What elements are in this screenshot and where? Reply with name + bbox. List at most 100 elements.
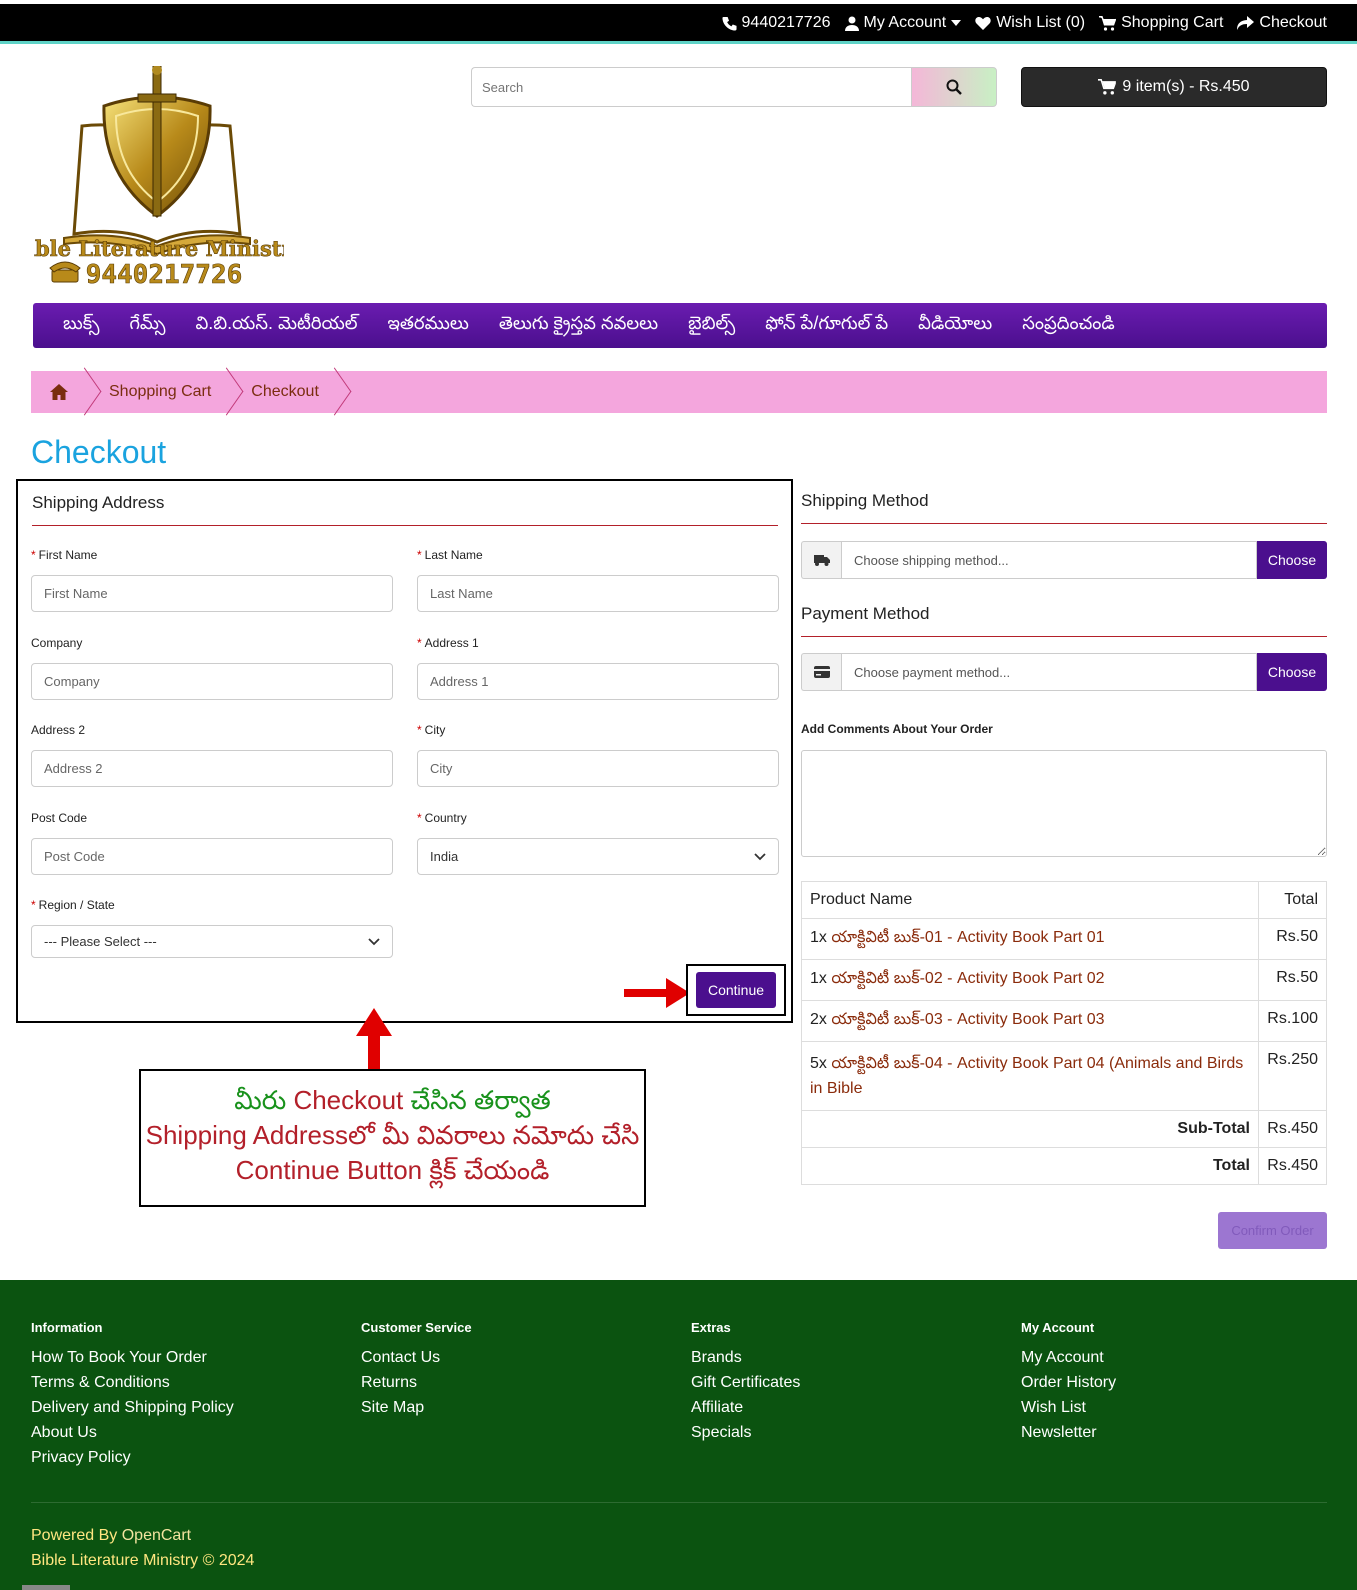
footer-link-my-account[interactable]: My Account — [1021, 1345, 1116, 1370]
total-value: Rs.450 — [1258, 1147, 1327, 1185]
footer-link-about-us[interactable]: About Us — [31, 1420, 234, 1445]
menu-item-vbs-material[interactable]: వి.బి.యస్. మెటీరియల్ — [196, 313, 358, 338]
my-account-dropdown[interactable]: My Account — [844, 14, 962, 32]
city-group: * City — [417, 723, 779, 787]
total-label: Total — [801, 1147, 1259, 1185]
first-name-input[interactable] — [31, 575, 393, 612]
menu-item-contact[interactable]: సంప్రదించండి — [1022, 313, 1115, 338]
product-link[interactable]: యాక్టివిటీ బుక్-04 - Activity Book Part … — [810, 1055, 1243, 1097]
opencart-link[interactable]: OpenCart — [122, 1527, 191, 1544]
continue-button[interactable]: Continue — [696, 972, 776, 1008]
footer-information: Information How To Book Your Order Terms… — [31, 1320, 234, 1470]
product-name-header: Product Name — [801, 881, 1259, 919]
bible-shield-logo-image: Bible Literature Ministry 9440217726 — [9, 65, 306, 290]
confirm-order-button[interactable]: Confirm Order — [1218, 1212, 1327, 1249]
table-row: 5x యాక్టివిటీ బుక్-04 - Activity Book Pa… — [801, 1041, 1327, 1111]
footer-link-site-map[interactable]: Site Map — [361, 1395, 472, 1420]
menu-item-games[interactable]: గేమ్స్ — [129, 313, 165, 338]
comments-textarea[interactable] — [801, 750, 1327, 857]
search-input[interactable] — [471, 67, 911, 107]
search-icon — [946, 79, 962, 95]
chevron-down-icon — [754, 852, 766, 860]
shipping-address-heading: Shipping Address — [32, 493, 778, 526]
choose-shipping-button[interactable]: Choose — [1257, 541, 1327, 579]
scroll-handle[interactable] — [22, 1585, 70, 1590]
table-header-row: Product Name Total — [801, 881, 1327, 919]
first-name-label: * First Name — [31, 548, 98, 562]
footer-link-how-to-book[interactable]: How To Book Your Order — [31, 1345, 234, 1370]
footer-link-gift-certificates[interactable]: Gift Certificates — [691, 1370, 800, 1395]
shopping-cart-label: Shopping Cart — [1121, 14, 1224, 31]
site-logo[interactable]: Bible Literature Ministry 9440217726 — [9, 65, 306, 291]
phone-link[interactable]: 9440217726 — [721, 14, 831, 32]
country-select-value: India — [430, 849, 459, 864]
product-link[interactable]: యాక్టివిటీ బుక్-02 - Activity Book Part … — [831, 970, 1104, 987]
payment-method-field[interactable]: Choose payment method... — [841, 653, 1257, 691]
credit-card-icon — [801, 653, 841, 691]
footer-link-brands[interactable]: Brands — [691, 1345, 800, 1370]
breadcrumb-checkout[interactable]: Checkout — [229, 371, 337, 413]
table-row: 1x యాక్టివిటీ బుక్-01 - Activity Book Pa… — [801, 918, 1327, 960]
search-button[interactable] — [911, 67, 997, 107]
footer-link-order-history[interactable]: Order History — [1021, 1370, 1116, 1395]
city-label: * City — [417, 723, 446, 737]
city-input[interactable] — [417, 750, 779, 787]
footer-link-wish-list[interactable]: Wish List — [1021, 1395, 1116, 1420]
last-name-group: * Last Name — [417, 548, 779, 612]
breadcrumb-shopping-cart[interactable]: Shopping Cart — [87, 371, 229, 413]
choose-payment-button[interactable]: Choose — [1257, 653, 1327, 691]
main-menu: బుక్స్ గేమ్స్ వి.బి.యస్. మెటీరియల్ ఇతరము… — [33, 303, 1327, 348]
caret-down-icon — [951, 20, 962, 26]
menu-item-books[interactable]: బుక్స్ — [63, 313, 99, 338]
powered-by-line: Powered By OpenCart — [31, 1527, 192, 1544]
post-code-input[interactable] — [31, 838, 393, 875]
menu-item-videos[interactable]: వీడియోలు — [918, 313, 992, 338]
product-link[interactable]: యాక్టివిటీ బుక్-03 - Activity Book Part … — [831, 1011, 1104, 1028]
footer-link-delivery-policy[interactable]: Delivery and Shipping Policy — [31, 1395, 234, 1420]
region-label: * Region / State — [31, 898, 115, 912]
menu-item-phonepe-googlepay[interactable]: ఫోన్ పే/గూగుల్ పే — [765, 313, 888, 338]
cart-total-button[interactable]: 9 item(s) - Rs.450 — [1021, 67, 1327, 107]
footer-link-terms[interactable]: Terms & Conditions — [31, 1370, 234, 1395]
footer-link-returns[interactable]: Returns — [361, 1370, 472, 1395]
share-icon — [1237, 16, 1255, 30]
subtotal-label: Sub-Total — [801, 1110, 1259, 1148]
site-footer: Information How To Book Your Order Terms… — [0, 1280, 1357, 1590]
cart-icon — [1098, 79, 1117, 95]
menu-item-others[interactable]: ఇతరములు — [388, 313, 469, 338]
instruction-annotation: మీరు Checkout చేసిన తర్వాత Shipping Addr… — [139, 1069, 646, 1207]
home-icon — [50, 384, 68, 400]
footer-customer-service-title: Customer Service — [361, 1320, 472, 1335]
checkout-link[interactable]: Checkout — [1237, 14, 1327, 32]
address1-label: * Address 1 — [417, 636, 479, 650]
footer-link-newsletter[interactable]: Newsletter — [1021, 1420, 1116, 1445]
footer-link-contact-us[interactable]: Contact Us — [361, 1345, 472, 1370]
last-name-input[interactable] — [417, 575, 779, 612]
wish-list-link[interactable]: Wish List (0) — [975, 14, 1085, 32]
row-qty: 1x — [810, 929, 827, 946]
first-name-group: * First Name — [31, 548, 393, 612]
company-label: Company — [31, 636, 83, 650]
country-select[interactable]: India — [417, 838, 779, 875]
breadcrumb-home[interactable] — [31, 371, 87, 413]
payment-method-chooser: Choose payment method... Choose — [801, 653, 1327, 691]
footer-link-specials[interactable]: Specials — [691, 1420, 800, 1445]
region-select[interactable]: --- Please Select --- — [31, 925, 393, 958]
footer-credits: Powered By OpenCart Bible Literature Min… — [31, 1523, 254, 1573]
company-input[interactable] — [31, 663, 393, 700]
shopping-cart-link[interactable]: Shopping Cart — [1099, 14, 1223, 32]
menu-item-telugu-novels[interactable]: తెలుగు క్రైస్తవ నవలలు — [499, 313, 658, 338]
footer-my-account-title: My Account — [1021, 1320, 1095, 1335]
country-label: * Country — [417, 811, 467, 825]
logo-phone-text: 9440217726 — [86, 260, 243, 290]
address1-input[interactable] — [417, 663, 779, 700]
address2-input[interactable] — [31, 750, 393, 787]
shipping-method-field[interactable]: Choose shipping method... — [841, 541, 1257, 579]
footer-link-privacy-policy[interactable]: Privacy Policy — [31, 1445, 234, 1470]
footer-link-affiliate[interactable]: Affiliate — [691, 1395, 800, 1420]
region-select-value: --- Please Select --- — [44, 934, 157, 949]
user-icon — [844, 16, 859, 31]
footer-customer-service: Customer Service Contact Us Returns Site… — [361, 1320, 472, 1420]
product-link[interactable]: యాక్టివిటీ బుక్-01 - Activity Book Part … — [831, 929, 1104, 946]
menu-item-bibles[interactable]: బైబిల్స్ — [688, 313, 735, 338]
